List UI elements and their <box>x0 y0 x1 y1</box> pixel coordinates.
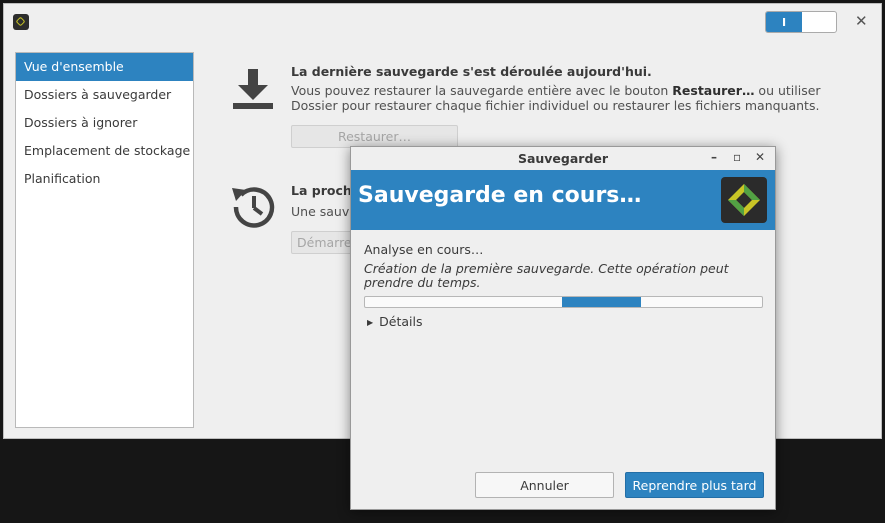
dialog-titlebar: Sauvegarder – ▫ ✕ <box>351 147 775 170</box>
cancel-button[interactable]: Annuler <box>475 472 614 498</box>
resume-later-button[interactable]: Reprendre plus tard <box>625 472 764 498</box>
maximize-icon[interactable]: ▫ <box>733 150 741 164</box>
minimize-icon[interactable]: – <box>711 150 717 164</box>
progress-activity-block <box>562 297 641 307</box>
sidebar: Vue d'ensemble Dossiers à sauvegarder Do… <box>15 52 194 428</box>
sidebar-item-folders-to-ignore[interactable]: Dossiers à ignorer <box>16 109 193 137</box>
close-icon[interactable]: ✕ <box>855 12 868 30</box>
restore-button[interactable]: Restaurer… <box>291 125 458 148</box>
details-expander[interactable]: ▶ Détails <box>367 314 423 329</box>
app-icon <box>13 14 29 30</box>
sidebar-item-folders-to-save[interactable]: Dossiers à sauvegarder <box>16 81 193 109</box>
next-backup-title: La proch <box>291 183 352 198</box>
switch-on-indicator: I <box>766 12 802 32</box>
restore-description: Vous pouvez restaurer la sauvegarde enti… <box>291 83 821 113</box>
status-label: Analyse en cours… <box>364 242 484 257</box>
details-label: Détails <box>379 314 423 329</box>
sidebar-item-schedule[interactable]: Planification <box>16 165 193 193</box>
dialog-header: Sauvegarde en cours… <box>351 170 775 230</box>
download-icon <box>233 69 273 109</box>
backup-progress-dialog: Sauvegarder – ▫ ✕ Sauvegarde en cours… A… <box>350 146 776 510</box>
main-titlebar: I ✕ <box>4 4 881 40</box>
progress-bar <box>364 296 763 308</box>
sidebar-item-overview[interactable]: Vue d'ensemble <box>16 53 193 81</box>
backup-toggle-switch[interactable]: I <box>765 11 837 33</box>
deja-dup-icon <box>721 177 767 223</box>
expander-arrow-icon: ▶ <box>367 318 374 327</box>
next-backup-description: Une sauve <box>291 204 357 219</box>
sidebar-item-storage-location[interactable]: Emplacement de stockage <box>16 137 193 165</box>
dialog-header-title: Sauvegarde en cours… <box>358 183 642 208</box>
history-clock-icon <box>232 187 275 228</box>
dialog-close-icon[interactable]: ✕ <box>755 150 765 164</box>
restore-title: La dernière sauvegarde s'est déroulée au… <box>291 64 652 79</box>
status-description: Création de la première sauvegarde. Cett… <box>364 261 729 290</box>
